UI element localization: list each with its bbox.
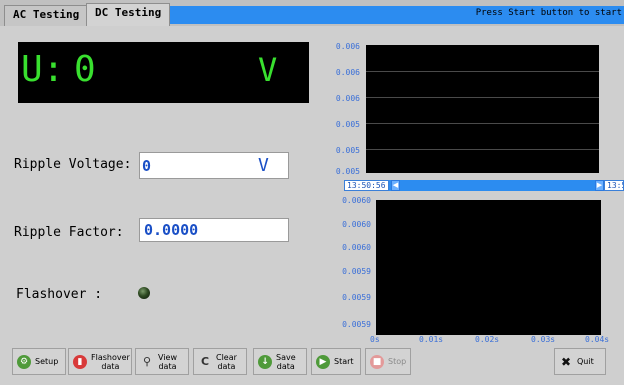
download-icon: ↓ bbox=[258, 354, 272, 369]
bottom-chart-y-tick: 0.0060 bbox=[342, 220, 371, 229]
scroll-right-icon[interactable]: ▶ bbox=[595, 180, 604, 191]
flashover-indicator-light bbox=[138, 287, 150, 299]
scroll-left-icon[interactable]: ◀ bbox=[391, 180, 400, 191]
top-chart-y-tick: 0.005 bbox=[335, 146, 360, 155]
top-chart-y-tick: 0.005 bbox=[335, 120, 360, 129]
bar-chart-icon: ▮ bbox=[73, 354, 87, 369]
top-chart-y-tick: 0.006 bbox=[335, 42, 360, 51]
bottom-chart-x-tick: 0.03s bbox=[531, 335, 556, 344]
setup-button[interactable]: ⚙ Setup bbox=[12, 348, 66, 375]
play-icon: ▶ bbox=[316, 354, 330, 369]
bottom-chart-plot-area bbox=[376, 200, 601, 335]
quit-button[interactable]: ✖ Quit bbox=[554, 348, 606, 375]
flashover-data-button[interactable]: ▮ Flashover data bbox=[68, 348, 132, 375]
top-chart-y-tick: 0.006 bbox=[335, 68, 360, 77]
ripple-voltage-field: 0 V bbox=[139, 152, 289, 179]
voltage-unit: V bbox=[258, 51, 278, 89]
bottom-chart-x-tick: 0.04s bbox=[585, 335, 610, 344]
top-chart-gridline bbox=[366, 149, 599, 150]
clear-data-button-label: Clear data bbox=[216, 352, 237, 371]
top-chart-y-tick: 0.005 bbox=[335, 167, 360, 176]
start-button[interactable]: ▶ Start bbox=[311, 348, 361, 375]
voltage-prefix: U: bbox=[21, 49, 65, 90]
view-data-button[interactable]: ⚲ View data bbox=[135, 348, 189, 375]
clear-data-button[interactable]: C Clear data bbox=[193, 348, 247, 375]
stop-button-label: Stop bbox=[388, 357, 407, 366]
gear-icon: ⚙ bbox=[17, 354, 31, 369]
magnifier-icon: ⚲ bbox=[142, 355, 152, 368]
view-data-button-label: View data bbox=[158, 352, 177, 371]
bottom-chart-y-tick: 0.0059 bbox=[342, 293, 371, 302]
start-button-label: Start bbox=[334, 357, 354, 366]
save-data-button-label: Save data bbox=[276, 352, 296, 371]
tab-bar: AC Testing DC Testing Press Start button… bbox=[0, 0, 624, 27]
voltage-value: 0 bbox=[74, 49, 96, 90]
status-message: Press Start button to start bbox=[170, 6, 624, 24]
bottom-chart-x-tick: 0.02s bbox=[475, 335, 500, 344]
clear-icon: C bbox=[200, 355, 210, 368]
flashover-label: Flashover : bbox=[16, 287, 103, 302]
top-chart-gridline bbox=[366, 71, 599, 72]
bottom-chart-y-tick: 0.0059 bbox=[342, 320, 371, 329]
ripple-voltage-unit: V bbox=[258, 155, 269, 176]
ripple-voltage-label: Ripple Voltage: bbox=[14, 157, 132, 172]
scroll-start-time: 13:50:56 bbox=[344, 180, 389, 191]
tab-ac-testing[interactable]: AC Testing bbox=[4, 5, 89, 26]
scroll-end-time: 13:59:16 bbox=[604, 180, 624, 191]
tab-dc-testing[interactable]: DC Testing bbox=[86, 3, 171, 27]
time-scrollbar[interactable] bbox=[389, 180, 597, 191]
ripple-factor-label: Ripple Factor: bbox=[14, 225, 124, 240]
ripple-factor-field: 0.0000 bbox=[139, 218, 289, 242]
stop-icon: ■ bbox=[370, 354, 384, 369]
stop-button[interactable]: ■ Stop bbox=[365, 348, 411, 375]
bottom-chart-y-tick: 0.0060 bbox=[342, 196, 371, 205]
save-data-button[interactable]: ↓ Save data bbox=[253, 348, 307, 375]
top-chart-y-tick: 0.006 bbox=[335, 94, 360, 103]
flashover-data-button-label: Flashover data bbox=[91, 352, 130, 371]
bottom-chart-y-tick: 0.0059 bbox=[342, 267, 371, 276]
voltage-display: U: 0 V bbox=[18, 42, 309, 103]
quit-button-label: Quit bbox=[577, 357, 594, 366]
bottom-chart-x-tick: 0.01s bbox=[419, 335, 444, 344]
bottom-chart-y-tick: 0.0060 bbox=[342, 243, 371, 252]
ripple-voltage-value: 0 bbox=[142, 157, 152, 175]
close-icon: ✖ bbox=[560, 354, 572, 369]
top-chart-gridline bbox=[366, 97, 599, 98]
top-chart-plot-area bbox=[366, 45, 599, 173]
bottom-chart-x-tick: 0s bbox=[370, 335, 380, 344]
setup-button-label: Setup bbox=[35, 357, 59, 366]
top-chart-gridline bbox=[366, 123, 599, 124]
ripple-factor-value: 0.0000 bbox=[144, 221, 199, 239]
